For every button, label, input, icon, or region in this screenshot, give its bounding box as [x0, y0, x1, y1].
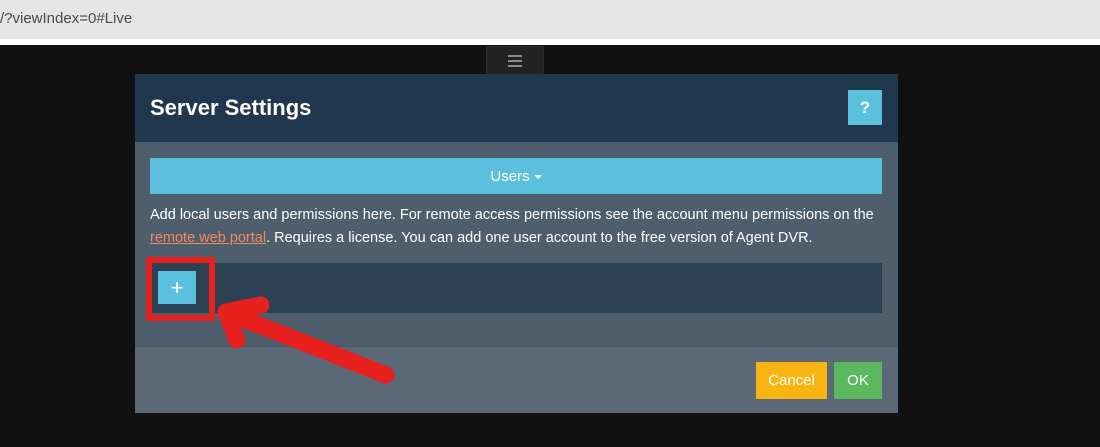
red-arrow-annotation: [217, 296, 395, 384]
